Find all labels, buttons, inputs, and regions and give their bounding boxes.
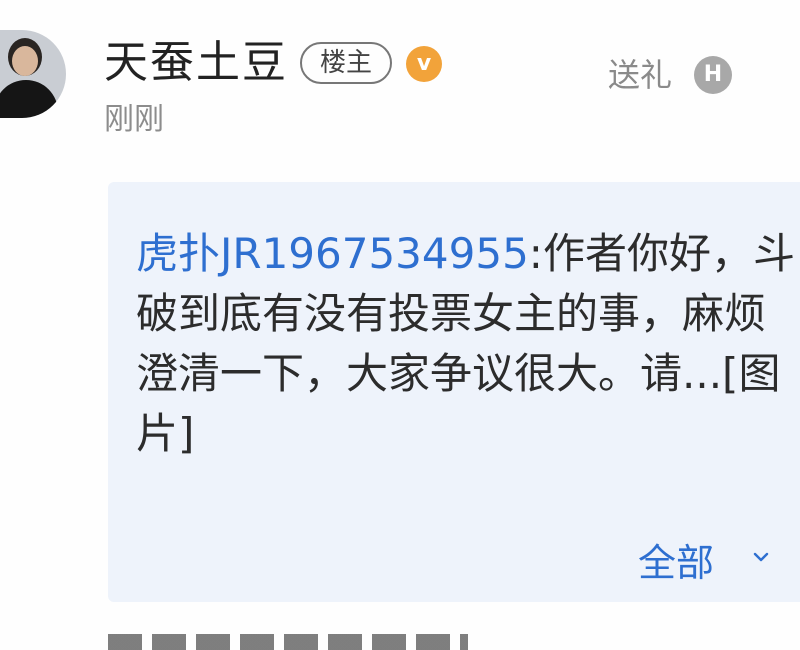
gift-button[interactable]: 送礼 xyxy=(608,52,672,98)
avatar[interactable] xyxy=(0,30,66,118)
username[interactable]: 天蚕土豆 xyxy=(104,30,288,96)
post-header: 天蚕土豆 楼主 v 刚刚 送礼 H xyxy=(0,0,800,150)
next-reply-text-cut-off xyxy=(108,634,508,650)
quoted-reply[interactable]: 虎扑JR1967534955:作者你好，斗破到底有没有投票女主的事，麻烦澄清一下… xyxy=(108,182,800,602)
avatar-body xyxy=(0,80,58,118)
avatar-face xyxy=(12,46,38,76)
expand-all-button[interactable]: 全部 xyxy=(638,536,714,590)
coin-icon[interactable]: H xyxy=(694,56,732,94)
mention-link[interactable]: 虎扑JR1967534955 xyxy=(136,229,529,278)
timestamp: 刚刚 xyxy=(104,102,164,137)
verified-icon: v xyxy=(406,46,442,82)
chevron-down-icon[interactable] xyxy=(752,548,770,566)
quote-text: 虎扑JR1967534955:作者你好，斗破到底有没有投票女主的事，麻烦澄清一下… xyxy=(136,224,800,464)
op-badge: 楼主 xyxy=(300,42,392,84)
mention-separator: : xyxy=(528,229,543,278)
